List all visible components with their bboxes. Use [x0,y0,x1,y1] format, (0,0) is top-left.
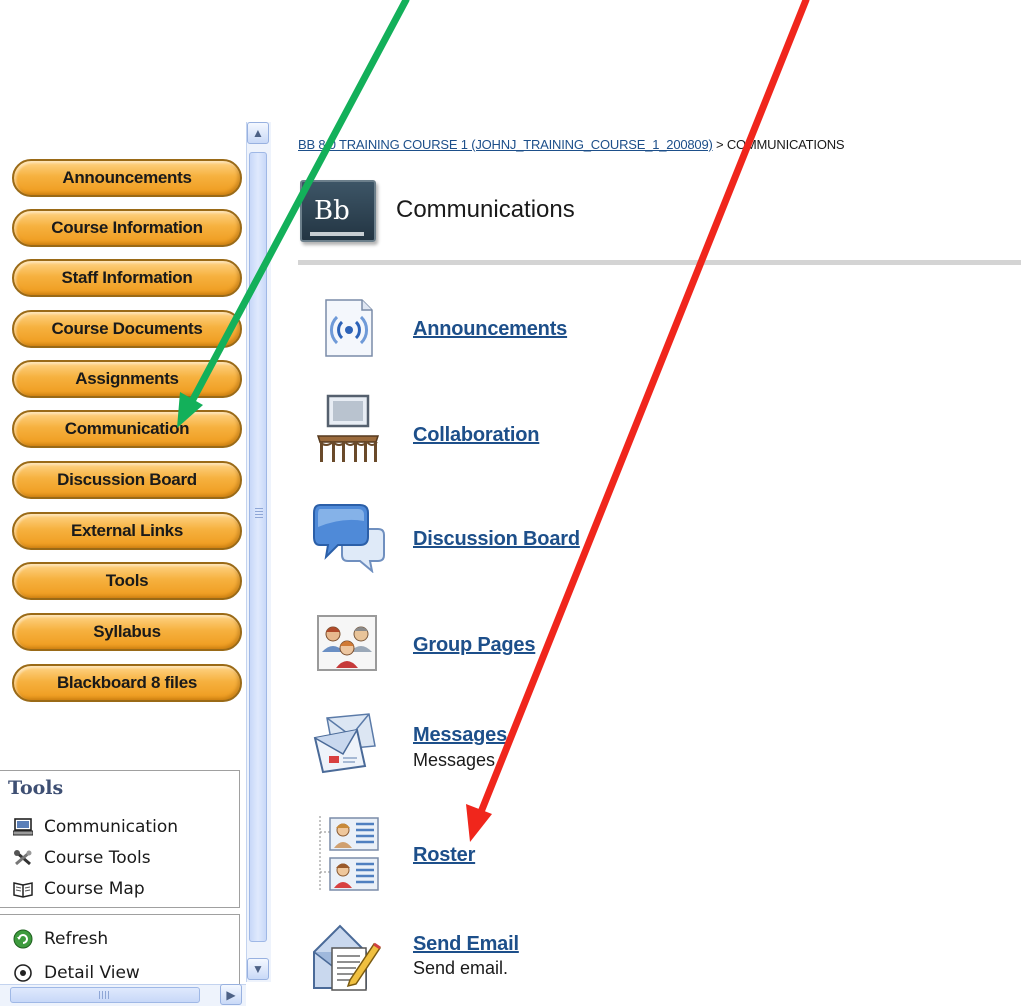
menu-button-external-links[interactable]: External Links [12,512,242,550]
chalkboard-tray [310,232,364,236]
breadcrumb-course-link[interactable]: BB 8.0 TRAINING COURSE 1 (JOHNJ_TRAINING… [298,137,713,152]
discussion-board-icon[interactable] [312,503,386,574]
breadcrumb-separator: > [712,137,727,152]
menu-button-assignments[interactable]: Assignments [12,360,242,398]
title-divider [298,260,1021,265]
collaboration-link[interactable]: Collaboration [413,424,539,447]
menu-button-syllabus[interactable]: Syllabus [12,613,242,651]
tools-item-course-map[interactable]: Course Map [12,879,145,899]
menu-button-staff-information[interactable]: Staff Information [12,259,242,297]
menu-button-communication[interactable]: Communication [12,410,242,448]
course-menu-panel: Announcements Course Information Staff I… [0,118,271,1006]
menu-button-announcements[interactable]: Announcements [12,159,242,197]
send-email-icon[interactable] [312,922,382,994]
logo-text: Bb [314,196,350,226]
detail-view-label: Detail View [44,963,140,983]
detail-view-icon [12,963,34,983]
tools-item-label: Communication [44,817,178,837]
send-email-description: Send email. [413,958,509,978]
menu-button-tools[interactable]: Tools [12,562,242,600]
blackboard-logo: Bb [300,180,376,242]
send-email-link[interactable]: Send Email [413,933,519,956]
horizontal-scrollbar-thumb[interactable] [10,987,200,1003]
tools-heading: Tools [8,777,64,799]
menu-button-discussion-board[interactable]: Discussion Board [12,461,242,499]
red-arrow [466,0,810,842]
tools-item-label: Course Map [44,879,145,899]
tools-item-label: Course Tools [44,848,151,868]
roster-link[interactable]: Roster [413,844,475,867]
refresh-icon [12,929,34,949]
messages-description: Messages [413,750,496,770]
collaboration-icon[interactable] [312,392,384,464]
group-pages-link[interactable]: Group Pages [413,634,535,657]
scroll-down-button[interactable]: ▼ [247,958,269,980]
computer-icon [12,817,34,837]
view-options-panel: Refresh Detail View [0,914,240,984]
tools-item-course-tools[interactable]: Course Tools [12,848,151,868]
refresh-label: Refresh [44,929,109,949]
roster-icon[interactable] [314,814,384,894]
tools-panel: Tools Communication Course Tools Course … [0,770,240,908]
scrollbar-grip [99,991,109,999]
tools-item-communication[interactable]: Communication [12,817,178,837]
horizontal-scrollbar[interactable]: ▶ [0,984,246,1006]
refresh-button[interactable]: Refresh [12,929,108,949]
menu-button-course-documents[interactable]: Course Documents [12,310,242,348]
scrollbar-grip [255,508,263,518]
messages-icon[interactable] [313,712,379,774]
vertical-scrollbar[interactable]: ▲ ▼ [246,122,271,982]
breadcrumb: BB 8.0 TRAINING COURSE 1 (JOHNJ_TRAINING… [298,137,845,152]
tools-icon [12,848,34,868]
book-icon [12,879,34,899]
scrollbar-thumb[interactable] [249,152,267,942]
page-title: Communications [396,196,575,223]
menu-button-course-information[interactable]: Course Information [12,209,242,247]
announcements-icon[interactable] [318,296,380,358]
breadcrumb-current: COMMUNICATIONS [726,137,845,152]
menu-button-blackboard-8-files[interactable]: Blackboard 8 files [12,664,242,702]
detail-view-button[interactable]: Detail View [12,963,140,983]
discussion-board-link[interactable]: Discussion Board [413,528,580,551]
scroll-right-button[interactable]: ▶ [220,984,242,1005]
scroll-up-button[interactable]: ▲ [247,122,269,144]
announcements-link[interactable]: Announcements [413,318,567,341]
group-pages-icon[interactable] [316,614,378,672]
messages-link[interactable]: Messages [413,724,507,747]
